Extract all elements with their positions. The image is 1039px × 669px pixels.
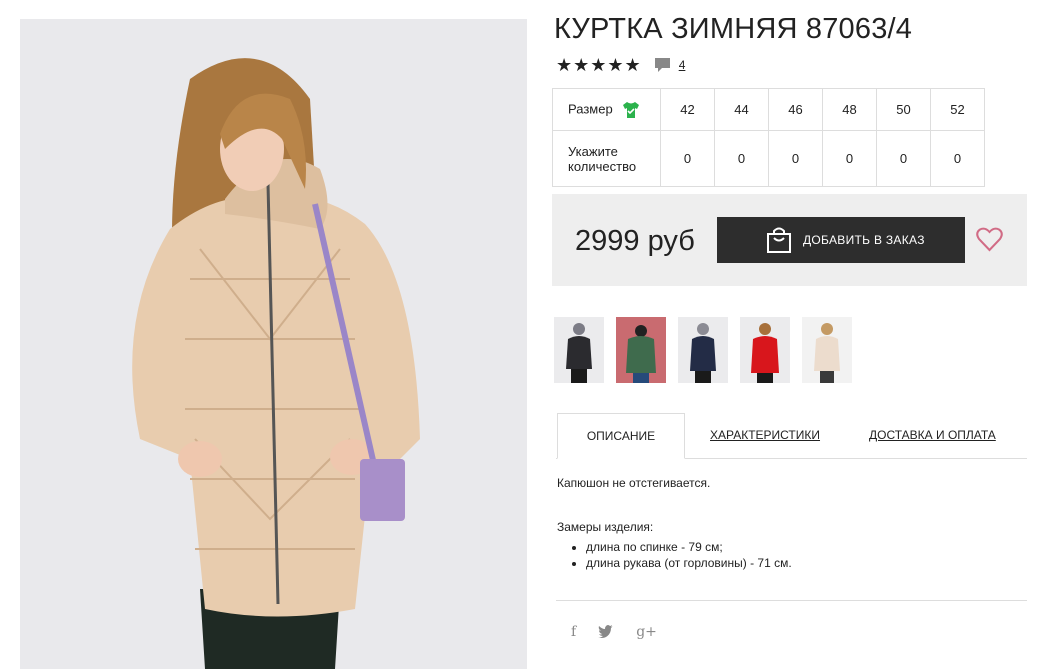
thumbnail-beige[interactable] bbox=[802, 317, 852, 383]
facebook-icon[interactable]: f bbox=[571, 624, 576, 642]
size-label: Размер bbox=[568, 100, 613, 116]
quantity-input[interactable]: 0 bbox=[660, 130, 715, 187]
color-thumbnails bbox=[554, 317, 864, 383]
quantity-input[interactable]: 0 bbox=[768, 130, 823, 187]
thumbnail-green[interactable] bbox=[616, 317, 666, 383]
size-option[interactable]: 50 bbox=[876, 88, 931, 131]
quantity-label: Укажите количество bbox=[552, 130, 661, 187]
thumbnail-red[interactable] bbox=[740, 317, 790, 383]
thumbnail-navy[interactable] bbox=[678, 317, 728, 383]
size-chart-icon[interactable] bbox=[622, 101, 640, 119]
measures-title: Замеры изделия: bbox=[557, 520, 654, 534]
size-option[interactable]: 46 bbox=[768, 88, 823, 131]
quantity-input[interactable]: 0 bbox=[822, 130, 877, 187]
list-item: длина рукава (от горловины) - 71 см. bbox=[586, 555, 792, 571]
add-to-order-button[interactable]: ДОБАВИТЬ В ЗАКАЗ bbox=[717, 217, 965, 263]
price-box: 2999 руб ДОБАВИТЬ В ЗАКАЗ bbox=[552, 194, 1027, 286]
comment-icon[interactable] bbox=[654, 57, 671, 73]
social-share: f g+ bbox=[571, 624, 679, 642]
quantity-row: Укажите количество 0 0 0 0 0 0 bbox=[552, 130, 985, 187]
price: 2999 руб bbox=[575, 225, 695, 257]
description-text: Капюшон не отстегивается. bbox=[557, 476, 711, 490]
size-option[interactable]: 42 bbox=[660, 88, 715, 131]
product-title: КУРТКА ЗИМНЯЯ 87063/4 bbox=[554, 13, 913, 45]
size-option[interactable]: 48 bbox=[822, 88, 877, 131]
twitter-icon[interactable] bbox=[598, 624, 614, 642]
measures-list: длина по спинке - 79 см; длина рукава (о… bbox=[557, 539, 792, 571]
product-tabs: ОПИСАНИЕ ХАРАКТЕРИСТИКИ ДОСТАВКА И ОПЛАТ… bbox=[556, 413, 1027, 459]
favorite-heart-icon[interactable] bbox=[976, 227, 1003, 252]
size-row: Размер 42 44 46 48 50 52 bbox=[552, 88, 985, 131]
measures-block: Замеры изделия: длина по спинке - 79 см;… bbox=[557, 520, 792, 571]
size-table: Размер 42 44 46 48 50 52 Укажите количес… bbox=[552, 88, 985, 187]
thumbnail-black[interactable] bbox=[554, 317, 604, 383]
quantity-input[interactable]: 0 bbox=[930, 130, 985, 187]
review-count-link[interactable]: 4 bbox=[679, 58, 686, 72]
size-option[interactable]: 44 bbox=[714, 88, 769, 131]
tab-characteristics[interactable]: ХАРАКТЕРИСТИКИ bbox=[710, 413, 820, 458]
size-label-cell: Размер bbox=[552, 88, 661, 131]
rating-stars[interactable]: ★★★★★ bbox=[556, 56, 642, 74]
add-to-order-label: ДОБАВИТЬ В ЗАКАЗ bbox=[803, 233, 925, 247]
shopping-bag-icon bbox=[766, 226, 792, 254]
divider bbox=[556, 600, 1027, 601]
tab-delivery[interactable]: ДОСТАВКА И ОПЛАТА bbox=[869, 413, 996, 458]
google-plus-icon[interactable]: g+ bbox=[636, 624, 657, 642]
product-main-photo[interactable] bbox=[20, 19, 527, 669]
rating-row: ★★★★★ 4 bbox=[556, 56, 685, 74]
list-item: длина по спинке - 79 см; bbox=[586, 539, 792, 555]
quantity-input[interactable]: 0 bbox=[714, 130, 769, 187]
quantity-input[interactable]: 0 bbox=[876, 130, 931, 187]
size-option[interactable]: 52 bbox=[930, 88, 985, 131]
tab-description[interactable]: ОПИСАНИЕ bbox=[557, 413, 685, 459]
